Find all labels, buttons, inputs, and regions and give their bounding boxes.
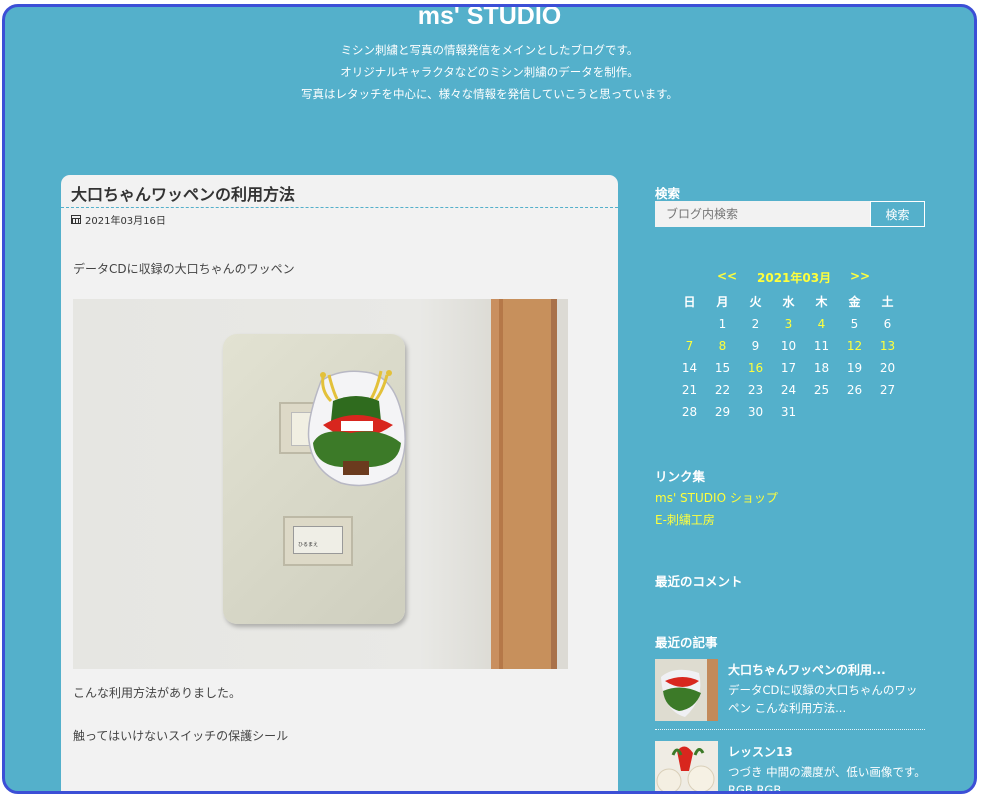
link-ms-studio-shop[interactable]: ms' STUDIO ショップ (655, 489, 778, 506)
recent-post-excerpt: データCDに収録の大口ちゃんのワッペン こんな利用方法... (728, 683, 918, 715)
calendar-day-20: 20 (879, 361, 896, 375)
calendar-day-15: 15 (714, 361, 731, 375)
calendar-empty-cell (805, 401, 838, 423)
calendar-weekday-row: 日月火水木金土 (673, 291, 905, 313)
site-title[interactable]: ms' STUDIO (5, 7, 974, 31)
calendar-weekday: 水 (782, 295, 795, 309)
calendar-day-16[interactable]: 16 (739, 357, 772, 379)
mouth-patch (307, 370, 406, 487)
post-photo[interactable]: ひるまえ (73, 299, 568, 669)
calendar-next-link[interactable]: >> (850, 269, 870, 283)
recent-post-title[interactable]: 大口ちゃんワッペンの利用... (728, 661, 886, 678)
calendar-weekday: 土 (881, 295, 894, 309)
recent-post-thumbnail[interactable] (655, 741, 718, 791)
post-paragraph: こんな利用方法がありました。 (73, 686, 242, 700)
recent-comments-heading: 最近のコメント (655, 574, 743, 589)
calendar-empty-cell (838, 401, 871, 423)
calendar-day-18: 18 (813, 361, 830, 375)
calendar-week-row: 28 29 30 31 (673, 401, 905, 423)
calendar-day-23: 23 (747, 383, 764, 397)
calendar-day-8[interactable]: 8 (706, 335, 739, 357)
calendar-day-17: 17 (780, 361, 797, 375)
calendar-day-13[interactable]: 13 (871, 335, 904, 357)
calendar-day-30: 30 (747, 405, 764, 419)
post-paragraph: 触ってはいけないスイッチの保護シール (73, 729, 289, 743)
calendar-day-12[interactable]: 12 (838, 335, 871, 357)
calendar-weekday: 金 (848, 295, 861, 309)
door-frame (491, 299, 568, 669)
post-date: 2021年03月16日 (71, 212, 166, 227)
recent-post-item[interactable]: 大口ちゃんワッペンの利用... データCDに収録の大口ちゃんのワッペン こんな利… (655, 659, 925, 730)
calendar-day-10: 10 (780, 339, 797, 353)
calendar-day-3[interactable]: 3 (772, 313, 805, 335)
calendar-week-row: 21 22 23 24 25 26 27 (673, 379, 905, 401)
post-date-text: 2021年03月16日 (85, 216, 166, 227)
calendar-day-27: 27 (879, 383, 896, 397)
site-tagline-2: オリジナルキャラクタなどのミシン刺繍のデータを制作。 (340, 65, 639, 79)
link-e-shishu-kobo[interactable]: E-刺繍工房 (655, 511, 715, 528)
calendar-day-21: 21 (681, 383, 698, 397)
calendar-day-5: 5 (850, 317, 859, 331)
site-tagline-1: ミシン刺繍と写真の情報発信をメインとしたブログです。 (340, 43, 639, 57)
calendar-day-25: 25 (813, 383, 830, 397)
calendar-day-7[interactable]: 7 (673, 335, 706, 357)
calendar-day-24: 24 (780, 383, 797, 397)
calendar-day-22: 22 (714, 383, 731, 397)
recent-post-title[interactable]: レッスン13 (728, 743, 793, 760)
calendar-prev-link[interactable]: << (717, 269, 737, 283)
calendar-empty-cell (871, 401, 904, 423)
calendar-weekday: 月 (716, 295, 729, 309)
calendar-day-9: 9 (751, 339, 760, 353)
site-tagline-3: 写真はレタッチを中心に、様々な情報を発信していこうと思っています。 (300, 87, 679, 101)
calendar-day-2: 2 (751, 317, 760, 331)
calendar-day-19: 19 (846, 361, 863, 375)
links-heading: リンク集 (655, 469, 706, 484)
calendar-day-29: 29 (714, 405, 731, 419)
calendar-week-row: 14 15 16 17 18 19 20 (673, 357, 905, 379)
post-paragraph: データCDに収録の大口ちゃんのワッペン (73, 262, 295, 276)
calendar-month[interactable]: 2021年03月 (757, 269, 831, 286)
post-card: 大口ちゃんワッペンの利用方法 2021年03月16日 データCDに収録の大口ちゃ… (61, 175, 618, 791)
calendar-grid: 日月火水木金土 1 2 3 4 5 6 7 8 9 10 11 12 13 14 15 16 17 18 19 20 21… (673, 291, 905, 423)
page-frame: ms' STUDIO ミシン刺繍と写真の情報発信をメインとしたブログです。 オリ… (2, 4, 977, 794)
calendar-weekday: 日 (683, 295, 696, 309)
calendar-weekday: 木 (815, 295, 828, 309)
calendar-day-14: 14 (681, 361, 698, 375)
switch-label: ひるまえ (298, 542, 319, 548)
calendar-day-6: 6 (883, 317, 892, 331)
calendar-week-row: 1 2345 6 (673, 313, 905, 335)
recent-post-excerpt: つづき 中間の濃度が、低い画像です。 RGB RGB... (728, 765, 926, 794)
search-input[interactable] (655, 201, 870, 227)
calendar-day-1: 1 (718, 317, 727, 331)
search-heading: 検索 (655, 186, 681, 201)
calendar-weekday: 火 (749, 295, 762, 309)
calendar-day-4[interactable]: 4 (805, 313, 838, 335)
search-button[interactable]: 検索 (870, 201, 925, 227)
post-divider (61, 207, 618, 208)
calendar-day-11: 11 (813, 339, 830, 353)
calendar-day-26: 26 (846, 383, 863, 397)
calendar-icon (71, 215, 81, 224)
calendar-day-31: 31 (780, 405, 797, 419)
calendar-empty-cell (673, 313, 706, 335)
calendar-week-row: 7 8 9 10 11 12 13 (673, 335, 905, 357)
lower-switch: ひるまえ (283, 516, 353, 566)
calendar-day-28: 28 (681, 405, 698, 419)
recent-posts-heading: 最近の記事 (655, 635, 718, 650)
recent-post-item[interactable]: レッスン13 つづき 中間の濃度が、低い画像です。 RGB RGB... (655, 741, 926, 794)
post-title[interactable]: 大口ちゃんワッペンの利用方法 (71, 181, 295, 205)
recent-post-thumbnail[interactable] (655, 659, 718, 721)
